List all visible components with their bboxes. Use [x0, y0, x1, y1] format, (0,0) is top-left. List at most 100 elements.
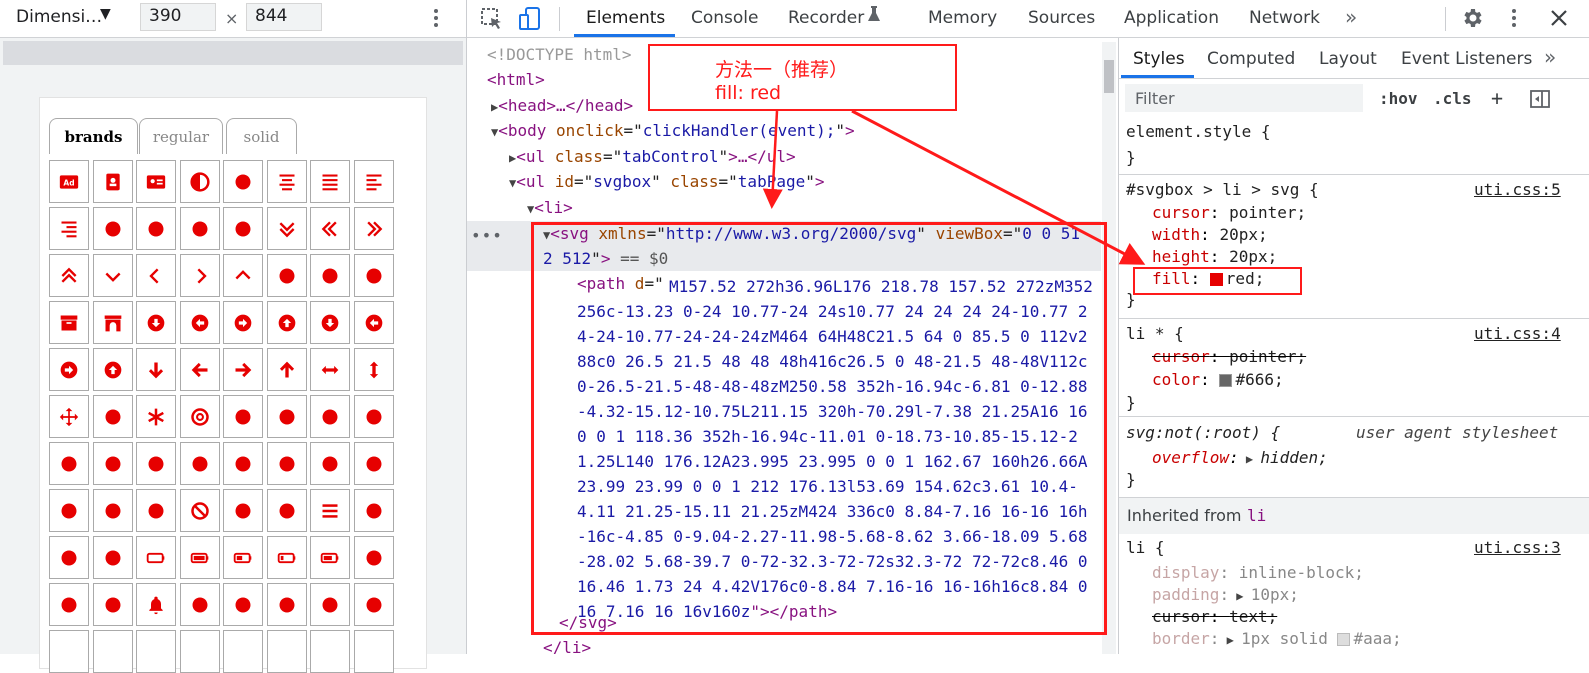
- arrow-alt-circle-down-icon[interactable]: [146, 313, 166, 333]
- icon-cell[interactable]: [223, 489, 263, 532]
- toggle-sidebar-icon[interactable]: [1529, 88, 1551, 114]
- icon-cell[interactable]: [266, 536, 307, 579]
- prop-cursor[interactable]: cursor: pointer;: [1152, 203, 1306, 222]
- icon-cell[interactable]: [92, 442, 133, 485]
- bahai-icon[interactable]: [277, 454, 297, 474]
- icon-cell[interactable]: [92, 536, 133, 579]
- ambulance-icon[interactable]: [146, 219, 166, 239]
- icon-cell[interactable]: [353, 207, 394, 250]
- icon-cell[interactable]: [310, 395, 350, 438]
- html-node[interactable]: <html>: [487, 67, 545, 92]
- icon-cell[interactable]: [353, 160, 394, 203]
- caret-down-icon[interactable]: ▼: [100, 6, 111, 22]
- icon-cell[interactable]: [179, 301, 220, 344]
- icon-cell-partial[interactable]: [310, 630, 350, 673]
- angle-double-right-icon[interactable]: [364, 219, 384, 239]
- arrows-alt-v-icon[interactable]: [364, 360, 384, 380]
- arrow-circle-up-icon[interactable]: [103, 360, 123, 380]
- icon-cell[interactable]: [266, 489, 307, 532]
- apple-alt-icon[interactable]: [364, 266, 384, 286]
- icon-cell[interactable]: [223, 395, 263, 438]
- align-right-icon[interactable]: [59, 219, 79, 239]
- angle-double-up-icon[interactable]: [59, 266, 79, 286]
- more-options-icon[interactable]: [428, 6, 444, 32]
- tab-computed[interactable]: Computed: [1207, 49, 1295, 69]
- angle-left-icon[interactable]: [146, 266, 166, 286]
- rule-source-link[interactable]: uti.css:5: [1474, 180, 1561, 199]
- battery-three-quarters-icon[interactable]: [320, 548, 340, 568]
- icon-cell[interactable]: [136, 254, 176, 297]
- prop-cursor-overridden[interactable]: cursor: pointer;: [1152, 347, 1306, 366]
- icon-cell[interactable]: Ad: [49, 160, 89, 203]
- angle-down-icon[interactable]: [103, 266, 123, 286]
- icon-cell[interactable]: [136, 348, 176, 391]
- icon-cell[interactable]: [353, 395, 394, 438]
- device-dimensions-select[interactable]: Dimensi…: [16, 7, 102, 27]
- rule-source-link[interactable]: uti.css:4: [1474, 324, 1561, 343]
- bell-icon[interactable]: [146, 595, 166, 615]
- icon-cell[interactable]: [136, 160, 176, 203]
- at-icon[interactable]: [190, 407, 210, 427]
- arrows-alt-h-icon[interactable]: [320, 360, 340, 380]
- bell-slash-icon[interactable]: [103, 595, 123, 615]
- icon-cell[interactable]: [310, 254, 350, 297]
- tab-regular[interactable]: regular: [139, 118, 223, 154]
- node-actions-icon[interactable]: •••: [471, 226, 503, 245]
- li-node[interactable]: ▼<li>: [527, 195, 573, 222]
- tab-elements[interactable]: Elements: [586, 8, 665, 28]
- icon-cell[interactable]: [223, 442, 263, 485]
- customize-menu-icon[interactable]: [1507, 6, 1521, 32]
- battery-full-icon[interactable]: [190, 548, 210, 568]
- american-sign-language-icon[interactable]: [190, 219, 210, 239]
- icon-cell[interactable]: [179, 489, 220, 532]
- angry-icon[interactable]: [277, 266, 297, 286]
- icon-cell[interactable]: [49, 583, 89, 626]
- align-justify-icon[interactable]: [320, 172, 340, 192]
- baby-icon[interactable]: [103, 454, 123, 474]
- icon-cell[interactable]: [266, 207, 307, 250]
- icon-cell[interactable]: [179, 395, 220, 438]
- prop-display[interactable]: display: inline-block;: [1152, 563, 1364, 582]
- atom-icon[interactable]: [277, 407, 297, 427]
- binoculars-icon[interactable]: [364, 595, 384, 615]
- anchor-icon[interactable]: [233, 219, 253, 239]
- arrow-left-icon[interactable]: [190, 360, 210, 380]
- icon-cell[interactable]: [266, 348, 307, 391]
- arrow-up-icon[interactable]: [277, 360, 297, 380]
- icon-cell[interactable]: [49, 254, 89, 297]
- arrow-alt-circle-up-icon[interactable]: [277, 313, 297, 333]
- icon-cell[interactable]: [353, 536, 394, 579]
- asterisk-icon[interactable]: [146, 407, 166, 427]
- align-left-icon[interactable]: [364, 172, 384, 192]
- baseball-ball-icon[interactable]: [364, 501, 384, 521]
- icon-cell-partial[interactable]: [353, 630, 394, 673]
- icon-cell[interactable]: [136, 301, 176, 344]
- icon-cell[interactable]: [179, 207, 220, 250]
- class-toggle[interactable]: .cls: [1433, 89, 1472, 108]
- tab-application[interactable]: Application: [1124, 8, 1219, 28]
- arrow-down-icon[interactable]: [146, 360, 166, 380]
- icon-cell[interactable]: [49, 395, 89, 438]
- expand-triangle-icon[interactable]: ▶: [1239, 452, 1261, 466]
- bath-icon[interactable]: [103, 548, 123, 568]
- angle-right-icon[interactable]: [190, 266, 210, 286]
- icon-cell-partial[interactable]: [136, 630, 176, 673]
- device-height-input[interactable]: 844: [246, 3, 322, 31]
- prop-cursor-overridden[interactable]: cursor: text;: [1152, 607, 1277, 626]
- icon-cell[interactable]: [353, 489, 394, 532]
- icon-cell[interactable]: [353, 348, 394, 391]
- archway-icon[interactable]: [103, 313, 123, 333]
- adjust-icon[interactable]: [189, 171, 210, 192]
- icon-cell[interactable]: [136, 583, 176, 626]
- tab-console[interactable]: Console: [691, 8, 759, 28]
- tab-event-listeners[interactable]: Event Listeners: [1401, 49, 1532, 69]
- address-card-icon[interactable]: [146, 172, 166, 192]
- arrows-alt-icon[interactable]: [59, 407, 79, 427]
- audio-description-icon[interactable]: [320, 407, 340, 427]
- li-close-tag[interactable]: </li>: [543, 635, 591, 654]
- bed-icon[interactable]: [364, 548, 384, 568]
- icon-cell[interactable]: [223, 348, 263, 391]
- icon-cell[interactable]: [92, 395, 133, 438]
- icon-cell[interactable]: [310, 301, 350, 344]
- media-query-ruler[interactable]: [3, 41, 463, 65]
